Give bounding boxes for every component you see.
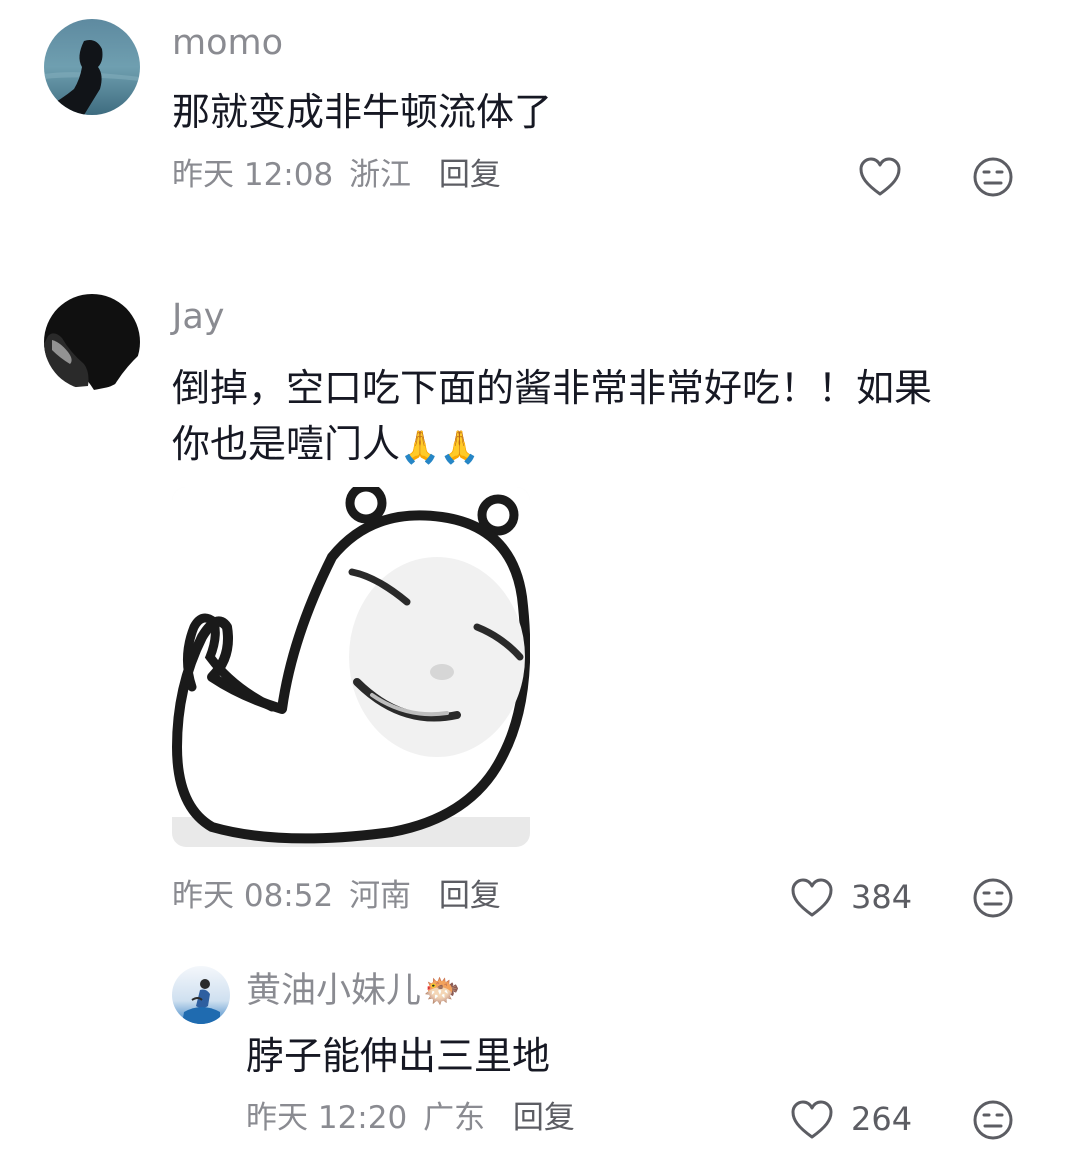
avatar[interactable] [44,294,140,390]
like-button[interactable] [858,156,902,198]
avatar[interactable] [172,966,230,1024]
heart-outline-icon [859,157,901,196]
like-button[interactable] [790,1099,834,1141]
comment-meta: 昨天 12:08 浙江 回复 [172,160,501,191]
comment-text-line: 你也是噎门人🙏🙏 [172,416,932,475]
comment-location: 浙江 [349,157,412,193]
like-count: 384 [851,878,913,916]
comment-text-fragment: 你也是噎门人 [172,422,401,466]
neutral-face-icon [973,878,1013,918]
reply-location: 广东 [423,1100,486,1136]
comment-location: 河南 [349,878,412,914]
comment-text: 那就变成非牛顿流体了 [172,90,553,134]
reply-button[interactable]: 回复 [439,157,501,193]
reply-time: 昨天 12:20 [246,1100,408,1136]
sticker-cartoon-face-icon [172,487,530,847]
heart-outline-icon [791,878,833,917]
avatar[interactable] [44,19,140,115]
neutral-face-icon [973,157,1013,197]
comment-time: 昨天 12:08 [172,157,334,193]
comment-username[interactable]: momo [172,26,283,61]
reply-button[interactable]: 回复 [513,1100,575,1136]
dislike-button[interactable] [972,877,1014,919]
praying-hands-emoji: 🙏🙏 [400,427,480,466]
pufferfish-emoji: 🐡 [423,974,461,1009]
neutral-face-icon [973,1100,1013,1140]
dislike-button[interactable] [972,156,1014,198]
comment-username[interactable]: Jay [172,300,224,335]
comment-meta: 昨天 08:52 河南 回复 [172,881,501,912]
comment-time: 昨天 08:52 [172,878,334,914]
comment-text-line: 倒掉，空口吃下面的酱非常非常好吃！！如果 [172,366,933,410]
reply-text: 脖子能伸出三里地 [246,1034,551,1078]
heart-outline-icon [791,1100,833,1139]
like-button[interactable] [790,877,834,919]
comment-text: 倒掉，空口吃下面的酱非常非常好吃！！如果 你也是噎门人🙏🙏 [172,360,932,475]
reply-meta: 昨天 12:20 广东 回复 [246,1103,575,1134]
reply-username-text: 黄油小妹儿 [246,971,422,1011]
like-count: 264 [851,1100,913,1138]
reply-username[interactable]: 黄油小妹儿🐡 [246,974,460,1009]
comment-sticker-image[interactable] [172,487,530,847]
dislike-button[interactable] [972,1099,1014,1141]
reply-button[interactable]: 回复 [439,878,501,914]
